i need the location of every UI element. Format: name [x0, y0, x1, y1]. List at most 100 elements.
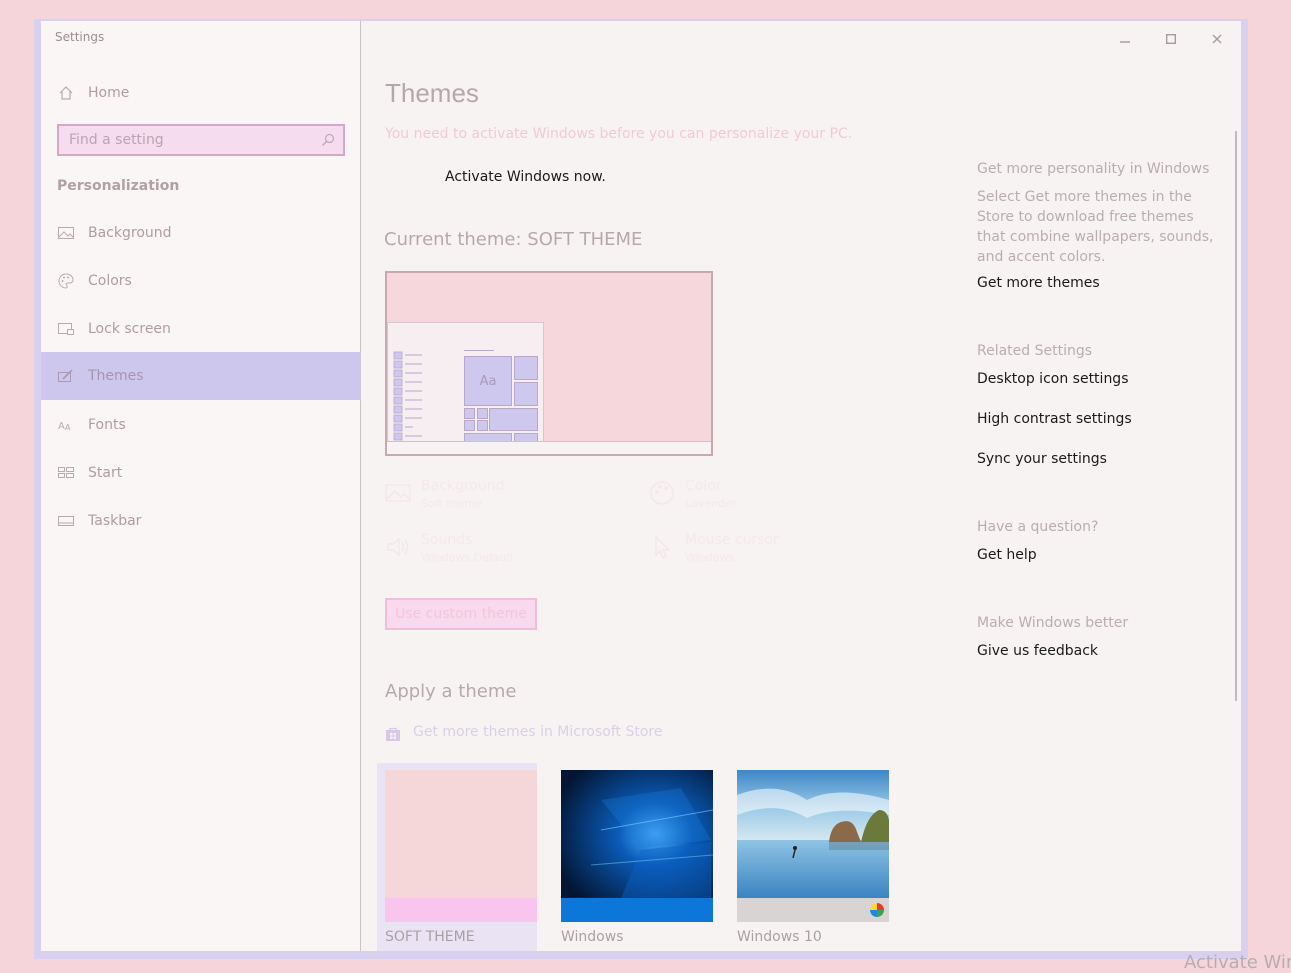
window-body: Settings Home Find a setting Personaliza…: [41, 21, 1241, 951]
preview-tile: [477, 408, 488, 419]
search-input[interactable]: Find a setting: [57, 124, 345, 156]
theme-option-color[interactable]: Color Lavender: [649, 478, 889, 514]
preview-tile: [514, 356, 538, 380]
lock-screen-icon: [57, 320, 75, 338]
font-icon: AA: [57, 416, 75, 434]
preview-line: [464, 350, 494, 351]
option-subtitle: Lavender: [685, 497, 737, 510]
picture-icon: [57, 224, 75, 242]
theme-card-windows-10[interactable]: Windows 10: [729, 763, 889, 951]
sync-settings-link[interactable]: Sync your settings: [977, 451, 1107, 467]
maximize-icon: [1166, 34, 1176, 44]
palette-icon: [650, 481, 674, 505]
activation-watermark: Activate Wir: [1184, 952, 1291, 973]
preview-tile: [464, 420, 475, 431]
use-custom-theme-button[interactable]: Use custom theme: [385, 598, 537, 630]
sidebar-item-label: Themes: [88, 368, 144, 384]
option-title: Mouse cursor: [685, 532, 779, 548]
page-title: Themes: [385, 78, 479, 108]
option-subtitle: Windows: [685, 551, 735, 564]
close-icon: [1212, 34, 1222, 44]
option-title: Background: [421, 478, 505, 494]
preview-tile: [464, 408, 475, 419]
sidebar-item-label: Home: [88, 85, 130, 101]
theme-name: Windows: [561, 929, 624, 945]
current-theme-heading: Current theme: SOFT THEME: [384, 229, 643, 250]
preview-tile: [514, 382, 538, 406]
option-subtitle: Soft theme: [421, 497, 482, 510]
store-bag-icon: [386, 727, 400, 741]
minimize-button[interactable]: [1117, 31, 1133, 47]
taskbar-icon: [57, 512, 75, 530]
sidebar-item-taskbar[interactable]: Taskbar: [41, 497, 361, 545]
theme-thumbnail: [561, 770, 713, 922]
preview-window: Aa: [387, 322, 544, 443]
start-icon: [57, 464, 75, 482]
minimize-icon: [1120, 41, 1130, 43]
svg-text:A: A: [58, 421, 65, 432]
activation-warning: You need to activate Windows before you …: [385, 126, 853, 142]
close-button[interactable]: [1209, 31, 1225, 47]
sidebar-item-background[interactable]: Background: [41, 209, 361, 257]
preview-tile-aa: Aa: [464, 356, 512, 406]
sidebar-item-label: Start: [88, 465, 123, 481]
svg-text:A: A: [65, 423, 71, 432]
get-more-themes-link[interactable]: Get more themes: [977, 275, 1100, 291]
brush-icon: [57, 367, 75, 385]
picture-icon: [385, 484, 411, 502]
related-settings-heading: Related Settings: [977, 343, 1093, 359]
sidebar-item-home[interactable]: Home: [41, 69, 361, 117]
settings-window: Settings Home Find a setting Personaliza…: [34, 19, 1248, 959]
main-content: Themes You need to activate Windows befo…: [362, 21, 1241, 951]
scrollbar[interactable]: [1235, 131, 1237, 701]
apply-theme-heading: Apply a theme: [385, 681, 517, 702]
sidebar-item-themes[interactable]: Themes: [41, 352, 361, 400]
sidebar-item-start[interactable]: Start: [41, 449, 361, 497]
feedback-heading: Make Windows better: [977, 615, 1129, 631]
sidebar: Settings Home Find a setting Personaliza…: [41, 21, 361, 951]
theme-name: SOFT THEME: [385, 929, 475, 945]
search-icon: [322, 133, 335, 146]
window-title: Settings: [55, 30, 105, 44]
preview-tile: [489, 408, 538, 431]
personality-text: Select Get more themes in the Store to d…: [977, 189, 1214, 265]
theme-card-windows[interactable]: Windows: [553, 763, 713, 951]
home-icon: [57, 84, 75, 102]
sidebar-item-colors[interactable]: Colors: [41, 257, 361, 305]
desktop-icon-settings-link[interactable]: Desktop icon settings: [977, 371, 1129, 387]
option-title: Color: [685, 478, 722, 494]
get-help-link[interactable]: Get help: [977, 547, 1037, 563]
sidebar-item-label: Lock screen: [88, 321, 171, 337]
preview-tile: [477, 420, 488, 431]
section-label: Personalization: [57, 178, 180, 194]
maximize-button[interactable]: [1163, 31, 1179, 47]
personality-heading: Get more personality in Windows: [977, 161, 1210, 177]
sidebar-item-fonts[interactable]: AA Fonts: [41, 401, 361, 449]
theme-option-background[interactable]: Background Soft theme: [385, 478, 625, 514]
sidebar-item-label: Background: [88, 225, 172, 241]
speaker-icon: [387, 537, 409, 557]
activate-windows-link[interactable]: Activate Windows now.: [445, 169, 606, 185]
theme-thumbnail: [385, 770, 537, 922]
theme-card-soft-theme[interactable]: SOFT THEME: [377, 763, 537, 951]
preview-list: [393, 351, 422, 441]
high-contrast-settings-link[interactable]: High contrast settings: [977, 411, 1132, 427]
question-heading: Have a question?: [977, 519, 1099, 535]
theme-option-sounds[interactable]: Sounds Windows Default: [385, 532, 625, 568]
option-title: Sounds: [421, 532, 473, 548]
option-subtitle: Windows Default: [421, 551, 514, 564]
sidebar-item-lock-screen[interactable]: Lock screen: [41, 305, 361, 353]
palette-icon: [57, 272, 75, 290]
sidebar-item-label: Fonts: [88, 417, 126, 433]
theme-thumbnail: [737, 770, 889, 922]
preview-taskbar: [387, 441, 711, 454]
theme-preview: Aa: [385, 271, 713, 456]
theme-name: Windows 10: [737, 929, 822, 945]
store-link-label: Get more themes in Microsoft Store: [413, 724, 663, 740]
theme-option-mouse-cursor[interactable]: Mouse cursor Windows: [649, 532, 889, 568]
search-placeholder: Find a setting: [69, 132, 164, 148]
cursor-icon: [655, 535, 671, 559]
sidebar-item-label: Colors: [88, 273, 132, 289]
give-feedback-link[interactable]: Give us feedback: [977, 643, 1098, 659]
sidebar-item-label: Taskbar: [88, 513, 142, 529]
